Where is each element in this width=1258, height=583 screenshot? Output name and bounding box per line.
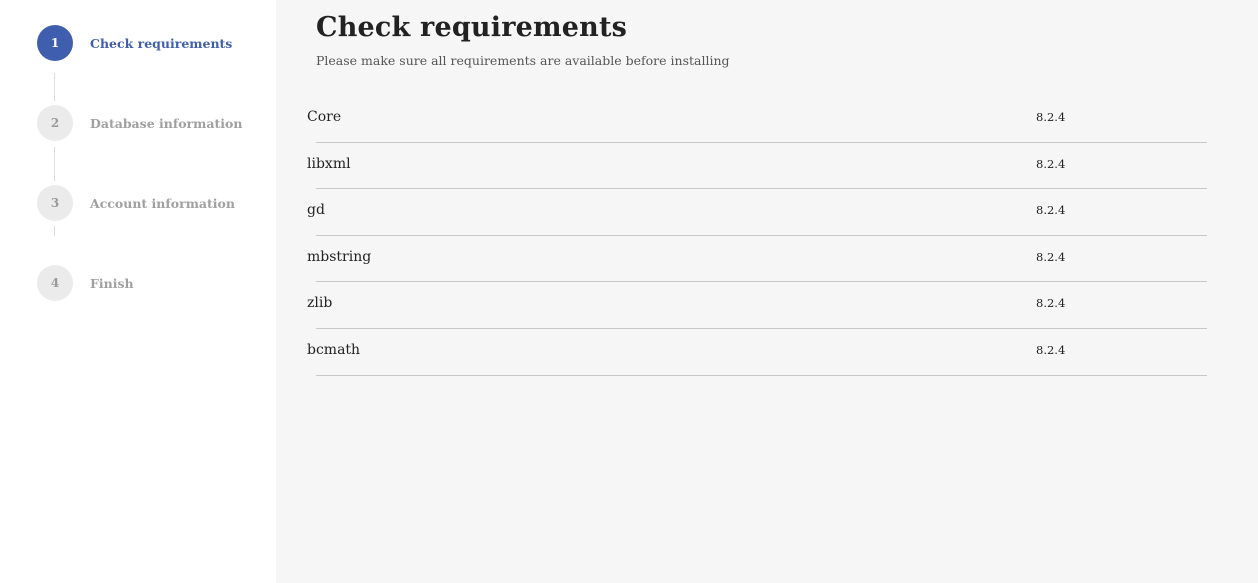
step-number-badge: 3 [37, 185, 73, 221]
requirements-list: Core 8.2.4 libxml 8.2.4 gd 8.2.4 mbstrin… [307, 96, 1207, 376]
main-content: Check requirements Please make sure all … [276, 0, 1258, 583]
step-number-badge: 2 [37, 105, 73, 141]
requirement-name: gd [307, 202, 325, 219]
requirement-row: Core 8.2.4 [307, 96, 1207, 143]
step-connector [54, 226, 55, 236]
requirement-row: bcmath 8.2.4 [307, 329, 1207, 376]
requirement-name: libxml [307, 155, 351, 172]
requirement-version: 8.2.4 [1036, 156, 1066, 171]
requirement-row: zlib 8.2.4 [307, 282, 1207, 329]
step-account-information[interactable]: 3 Account information [37, 185, 235, 221]
requirement-version: 8.2.4 [1036, 203, 1066, 218]
step-finish[interactable]: 4 Finish [37, 265, 134, 301]
page-subtitle: Please make sure all requirements are av… [316, 53, 730, 68]
installer-window: 1 Check requirements 2 Database informat… [0, 0, 1258, 583]
requirement-version: 8.2.4 [1036, 296, 1066, 311]
requirement-name: Core [307, 109, 342, 125]
row-divider [316, 374, 1207, 376]
requirement-row: mbstring 8.2.4 [307, 236, 1207, 283]
step-check-requirements[interactable]: 1 Check requirements [37, 25, 232, 61]
page-title: Check requirements [316, 12, 628, 43]
requirement-row: libxml 8.2.4 [307, 143, 1207, 190]
step-label: Account information [90, 195, 235, 211]
step-label: Check requirements [90, 35, 233, 51]
requirement-version: 8.2.4 [1036, 110, 1066, 124]
requirement-row: gd 8.2.4 [307, 189, 1207, 236]
requirement-version: 8.2.4 [1036, 342, 1066, 357]
requirement-name: zlib [307, 295, 333, 312]
step-number-badge: 1 [37, 25, 73, 61]
step-label: Finish [90, 275, 134, 291]
requirement-name: bcmath [307, 341, 361, 358]
step-connector [54, 73, 55, 101]
step-connector [54, 147, 55, 181]
requirement-version: 8.2.4 [1036, 249, 1066, 264]
stepper-sidebar: 1 Check requirements 2 Database informat… [0, 0, 276, 583]
step-number-badge: 4 [37, 265, 73, 301]
step-database-information[interactable]: 2 Database information [37, 105, 242, 141]
step-label: Database information [90, 115, 243, 131]
requirement-name: mbstring [307, 248, 372, 265]
